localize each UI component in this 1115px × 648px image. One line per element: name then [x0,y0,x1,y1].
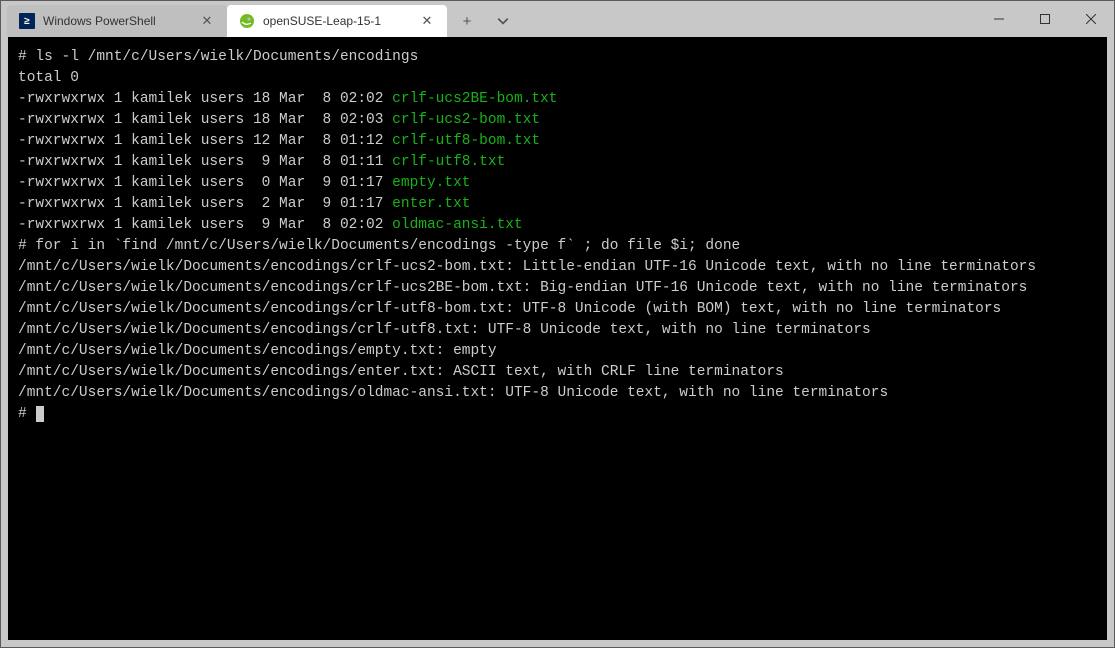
close-icon[interactable]: ✕ [199,13,215,29]
ls-row: -rwxrwxrwx 1 kamilek users 9 Mar 8 02:02… [18,217,523,233]
tab-actions: + [447,5,515,37]
minimize-button[interactable] [976,1,1022,37]
ls-row: -rwxrwxrwx 1 kamilek users 12 Mar 8 01:1… [18,133,540,149]
filename: enter.txt [392,196,470,212]
filename: crlf-utf8-bom.txt [392,133,540,149]
output-line: /mnt/c/Users/wielk/Documents/encodings/c… [18,301,1001,317]
tab-opensuse[interactable]: openSUSE-Leap-15-1 ✕ [227,5,447,37]
ls-row: -rwxrwxrwx 1 kamilek users 9 Mar 8 01:11… [18,154,505,170]
tab-label: Windows PowerShell [43,14,199,28]
output-line: /mnt/c/Users/wielk/Documents/encodings/o… [18,385,888,401]
tab-powershell[interactable]: ≥ Windows PowerShell ✕ [7,5,227,37]
opensuse-icon [239,13,255,29]
command-line: # ls -l /mnt/c/Users/wielk/Documents/enc… [18,49,418,65]
output-line: total 0 [18,70,79,86]
output-line: /mnt/c/Users/wielk/Documents/encodings/c… [18,259,1036,275]
tab-strip: ≥ Windows PowerShell ✕ openSUSE-Leap-15-… [1,1,515,37]
filename: crlf-ucs2-bom.txt [392,112,540,128]
titlebar: ≥ Windows PowerShell ✕ openSUSE-Leap-15-… [1,1,1114,37]
tab-dropdown-button[interactable] [491,9,515,33]
ls-row: -rwxrwxrwx 1 kamilek users 18 Mar 8 02:0… [18,91,558,107]
ls-row: -rwxrwxrwx 1 kamilek users 0 Mar 9 01:17… [18,175,471,191]
output-line: /mnt/c/Users/wielk/Documents/encodings/e… [18,343,497,359]
powershell-icon: ≥ [19,13,35,29]
ls-row: -rwxrwxrwx 1 kamilek users 2 Mar 9 01:17… [18,196,471,212]
ls-row: -rwxrwxrwx 1 kamilek users 18 Mar 8 02:0… [18,112,540,128]
output-line: /mnt/c/Users/wielk/Documents/encodings/c… [18,280,1027,296]
prompt: # [18,406,35,422]
output-line: /mnt/c/Users/wielk/Documents/encodings/c… [18,322,871,338]
filename: oldmac-ansi.txt [392,217,523,233]
tab-label: openSUSE-Leap-15-1 [263,14,419,28]
window-controls [976,1,1114,37]
output-line: /mnt/c/Users/wielk/Documents/encodings/e… [18,364,784,380]
terminal-window: ≥ Windows PowerShell ✕ openSUSE-Leap-15-… [0,0,1115,648]
filename: crlf-utf8.txt [392,154,505,170]
maximize-button[interactable] [1022,1,1068,37]
command-line: # for i in `find /mnt/c/Users/wielk/Docu… [18,238,740,254]
cursor [36,406,44,422]
filename: empty.txt [392,175,470,191]
new-tab-button[interactable]: + [455,9,479,33]
filename: crlf-ucs2BE-bom.txt [392,91,557,107]
close-button[interactable] [1068,1,1114,37]
terminal-pane[interactable]: # ls -l /mnt/c/Users/wielk/Documents/enc… [8,37,1107,640]
close-icon[interactable]: ✕ [419,13,435,29]
